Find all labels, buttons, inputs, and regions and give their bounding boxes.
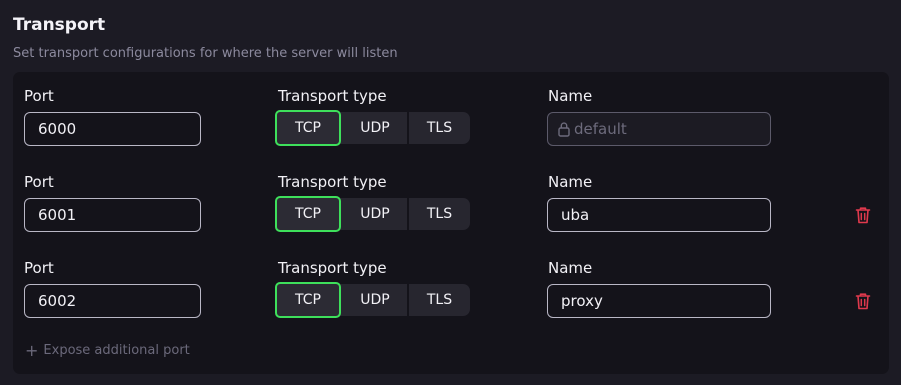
transport-option-udp[interactable]: UDP (343, 198, 407, 230)
section-subtitle: Set transport configurations for where t… (13, 46, 398, 61)
transport-option-tcp[interactable]: TCP (275, 110, 341, 146)
port-label: Port (24, 173, 54, 191)
transport-type-selector: UDP TLS TCP (275, 196, 470, 232)
transport-type-label: Transport type (278, 259, 387, 277)
trash-icon[interactable] (855, 206, 871, 224)
trash-icon[interactable] (855, 292, 871, 310)
transport-option-tcp[interactable]: TCP (275, 282, 341, 318)
transport-type-label: Transport type (278, 173, 387, 191)
port-label: Port (24, 259, 54, 277)
name-label: Name (548, 259, 593, 277)
port-input[interactable]: 6001 (24, 198, 201, 232)
transport-row: Port 6002 Transport type UDP TLS TCP Nam… (13, 244, 889, 330)
section-title: Transport (13, 15, 106, 35)
transport-option-tls[interactable]: TLS (409, 284, 470, 316)
expose-additional-port-label: Expose additional port (43, 343, 190, 358)
transport-option-tls[interactable]: TLS (409, 112, 470, 144)
lock-icon (558, 122, 570, 137)
port-input[interactable]: 6002 (24, 284, 201, 318)
name-label: Name (548, 87, 593, 105)
transport-type-selector: UDP TLS TCP (275, 110, 470, 146)
port-input[interactable]: 6000 (24, 112, 201, 146)
transport-row: Port 6000 Transport type UDP TLS TCP Nam… (13, 72, 889, 158)
transport-option-tls[interactable]: TLS (409, 198, 470, 230)
transport-type-label: Transport type (278, 87, 387, 105)
transport-option-tcp[interactable]: TCP (275, 196, 341, 232)
port-label: Port (24, 87, 54, 105)
name-placeholder: default (574, 120, 627, 138)
transport-panel: Port 6000 Transport type UDP TLS TCP Nam… (13, 72, 889, 374)
name-input[interactable]: uba (547, 198, 771, 232)
transport-row: Port 6001 Transport type UDP TLS TCP Nam… (13, 158, 889, 244)
transport-type-selector: UDP TLS TCP (275, 282, 470, 318)
plus-icon: + (25, 341, 39, 360)
name-label: Name (548, 173, 593, 191)
name-input[interactable]: proxy (547, 284, 771, 318)
transport-option-udp[interactable]: UDP (343, 284, 407, 316)
name-input-locked: default (547, 112, 771, 146)
transport-option-udp[interactable]: UDP (343, 112, 407, 144)
expose-additional-port-button[interactable]: + Expose additional port (25, 341, 190, 360)
